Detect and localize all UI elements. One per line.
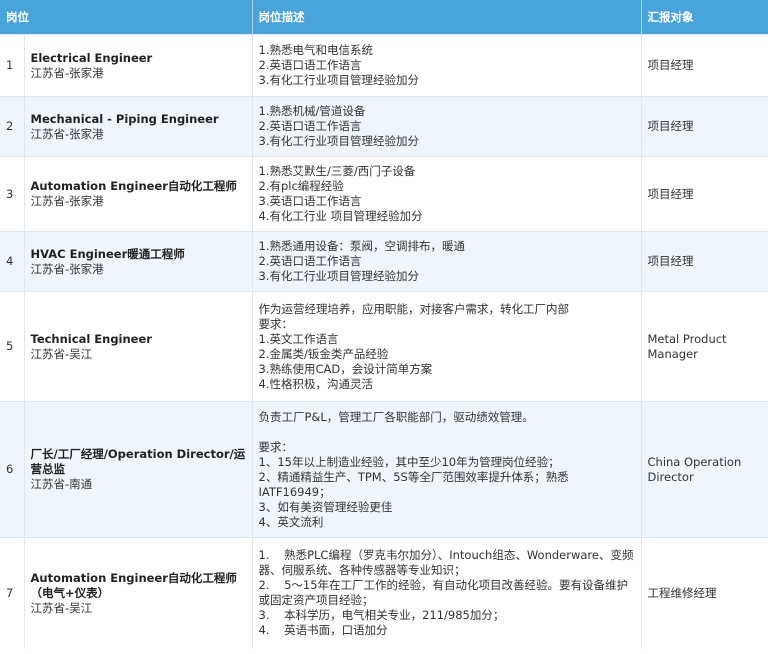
description-line: 2.金属类/钣金类产品经验 [258, 346, 389, 361]
reports-to-cell: 项目经理 [641, 156, 768, 232]
job-location: 江苏省-吴江 [30, 600, 93, 615]
description-line: 3、如有美资管理经验更佳 [258, 499, 393, 514]
description-line: 作为运营经理培养，应用职能，对接客户需求，转化工厂内部 [258, 301, 570, 316]
job-title: Automation Engineer自动化工程师（电气+仪表） [30, 570, 237, 600]
position-cell: HVAC Engineer暖通工程师 江苏省-张家港 [24, 231, 253, 292]
table-row: 5 Technical Engineer 江苏省-吴江 作为运营经理培养，应用职能，对… [0, 291, 768, 402]
row-number: 6 [0, 401, 25, 538]
position-cell: Technical Engineer 江苏省-吴江 [24, 291, 253, 402]
job-title: Technical Engineer [30, 331, 152, 346]
job-title: HVAC Engineer暖通工程师 [30, 246, 185, 261]
description-line: 4. 英语书面，口语加分 [258, 623, 388, 638]
row-number: 3 [0, 156, 25, 232]
description-cell: 1.熟悉机械/管道设备 2.英语口语工作语言 3.有化工行业项目管理经验加分 [252, 96, 642, 157]
header-reports-to: 汇报对象 [641, 0, 768, 35]
job-location: 江苏省-张家港 [30, 194, 104, 208]
reports-to-cell: 工程维修经理 [641, 537, 768, 649]
description-line: 4.有化工行业 项目管理经验加分 [258, 209, 423, 223]
reports-to-cell: 项目经理 [641, 34, 768, 97]
description-cell: 负责工厂P&L，管理工厂各职能部门，驱动绩效管理。 要求： 1、15年以上制造业经验… [252, 401, 642, 538]
job-location: 江苏省-张家港 [30, 65, 104, 80]
header-position: 岗位 [0, 0, 253, 35]
reports-to-cell: 项目经理 [641, 231, 768, 292]
description-cell: 1. 熟悉PLC编程（罗克韦尔加分）、Intouch组态、Wonderware、… [252, 537, 642, 649]
description-cell: 作为运营经理培养，应用职能，对接客户需求，转化工厂内部 要求： 1.英文工作语言 2.… [252, 291, 642, 402]
description-line: 3.熟练使用CAD，会设计简单方案 [258, 361, 433, 376]
description-line: 3.有化工行业项目管理经验加分 [258, 269, 419, 283]
table-row: 6 厂长/工厂经理/Operation Director/运营总监 江苏省-南通 负责… [0, 401, 768, 538]
job-location: 江苏省-张家港 [30, 261, 104, 276]
header-row: 岗位 岗位描述 汇报对象 [0, 0, 768, 35]
reports-to-cell: China Operation Director [641, 401, 768, 538]
table-row: 3 Automation Engineer自动化工程师 江苏省-张家港 1.熟悉艾默生… [0, 156, 768, 232]
position-cell: Automation Engineer自动化工程师 江苏省-张家港 [24, 156, 253, 232]
description-line: 4、英文流利 [258, 514, 324, 529]
description-line: 3.有化工行业项目管理经验加分 [258, 134, 419, 148]
description-line: 3.英语口语工作语言 [258, 194, 362, 208]
description-line: 3.有化工行业项目管理经验加分 [258, 73, 419, 87]
reports-to-cell: 项目经理 [641, 96, 768, 157]
position-cell: Automation Engineer自动化工程师（电气+仪表） 江苏省-吴江 [24, 537, 253, 649]
position-cell: 厂长/工厂经理/Operation Director/运营总监 江苏省-南通 [24, 401, 253, 538]
job-title: 厂长/工厂经理/Operation Director/运营总监 [30, 447, 246, 476]
table-row: 4 HVAC Engineer暖通工程师 江苏省-张家港 1.熟悉通用设备：泵阀，空调… [0, 231, 768, 292]
description-line: 2.英语口语工作语言 [258, 254, 362, 268]
description-cell: 1.熟悉通用设备：泵阀，空调排布，暖通 2.英语口语工作语言 3.有化工行业项目管理… [252, 231, 642, 292]
row-number: 1 [0, 34, 25, 97]
description-line: 2.英语口语工作语言 [258, 58, 362, 72]
position-cell: Electrical Engineer 江苏省-张家港 [24, 34, 253, 97]
description-cell: 1.熟悉艾默生/三菱/西门子设备 2.有plc编程经验 3.英语口语工作语言 4.有化… [252, 156, 642, 232]
description-line: 1. 熟悉PLC编程（罗克韦尔加分）、Intouch组态、Wonderware、… [258, 548, 634, 578]
job-location: 江苏省-吴江 [30, 346, 93, 361]
job-location: 江苏省-张家港 [30, 126, 104, 141]
description-cell: 1.熟悉电气和电信系统 2.英语口语工作语言 3.有化工行业项目管理经验加分 [252, 34, 642, 97]
description-line: 要求： [258, 316, 294, 331]
description-line: 4.性格积极，沟通灵活 [258, 376, 373, 391]
description-line [259, 425, 635, 440]
description-line: 2. 5～15年在工厂工作的经验，有自动化项目改善经验。要有设备维护或固定资产项… [258, 578, 629, 608]
description-line: 要求： [258, 439, 294, 454]
description-line: 2、精通精益生产、TPM、5S等全厂范围效率提升体系；熟悉IATF16949； [258, 469, 569, 499]
job-title: Electrical Engineer [30, 50, 153, 65]
description-line: 1.熟悉机械/管道设备 [258, 104, 366, 118]
reports-to-cell: Metal Product Manager [641, 291, 768, 402]
description-line: 1.熟悉艾默生/三菱/西门子设备 [258, 164, 416, 178]
job-title: Automation Engineer自动化工程师 [30, 179, 237, 193]
position-cell: Mechanical - Piping Engineer 江苏省-张家港 [24, 96, 253, 157]
description-line: 负责工厂P&L，管理工厂各职能部门，驱动绩效管理。 [258, 409, 534, 424]
description-line: 1、15年以上制造业经验，其中至少10年为管理岗位经验； [258, 454, 560, 469]
header-description: 岗位描述 [252, 0, 642, 35]
description-line: 3. 本科学历，电气相关专业，211/985加分； [258, 608, 505, 623]
row-number: 5 [0, 291, 25, 402]
table-row: 1 Electrical Engineer 江苏省-张家港 1.熟悉电气和电信系统 2.… [0, 34, 768, 97]
description-line: 2.英语口语工作语言 [258, 119, 362, 133]
row-number: 7 [0, 537, 25, 649]
description-line: 1.熟悉电气和电信系统 [258, 43, 373, 57]
description-line: 2.有plc编程经验 [258, 179, 344, 193]
table-row: 2 Mechanical - Piping Engineer 江苏省-张家港 1.熟悉… [0, 96, 768, 157]
job-location: 江苏省-南通 [30, 477, 93, 491]
row-number: 4 [0, 231, 25, 292]
table-row: 7 Automation Engineer自动化工程师（电气+仪表） 江苏省-吴江 1… [0, 537, 768, 649]
row-number: 2 [0, 96, 25, 157]
job-title: Mechanical - Piping Engineer [30, 111, 219, 126]
description-line: 1.英文工作语言 [258, 331, 339, 346]
job-table: 岗位 岗位描述 汇报对象 1 Electrical Engineer 江苏省-张家港… [0, 0, 768, 649]
description-line: 1.熟悉通用设备：泵阀，空调排布，暖通 [258, 239, 465, 253]
